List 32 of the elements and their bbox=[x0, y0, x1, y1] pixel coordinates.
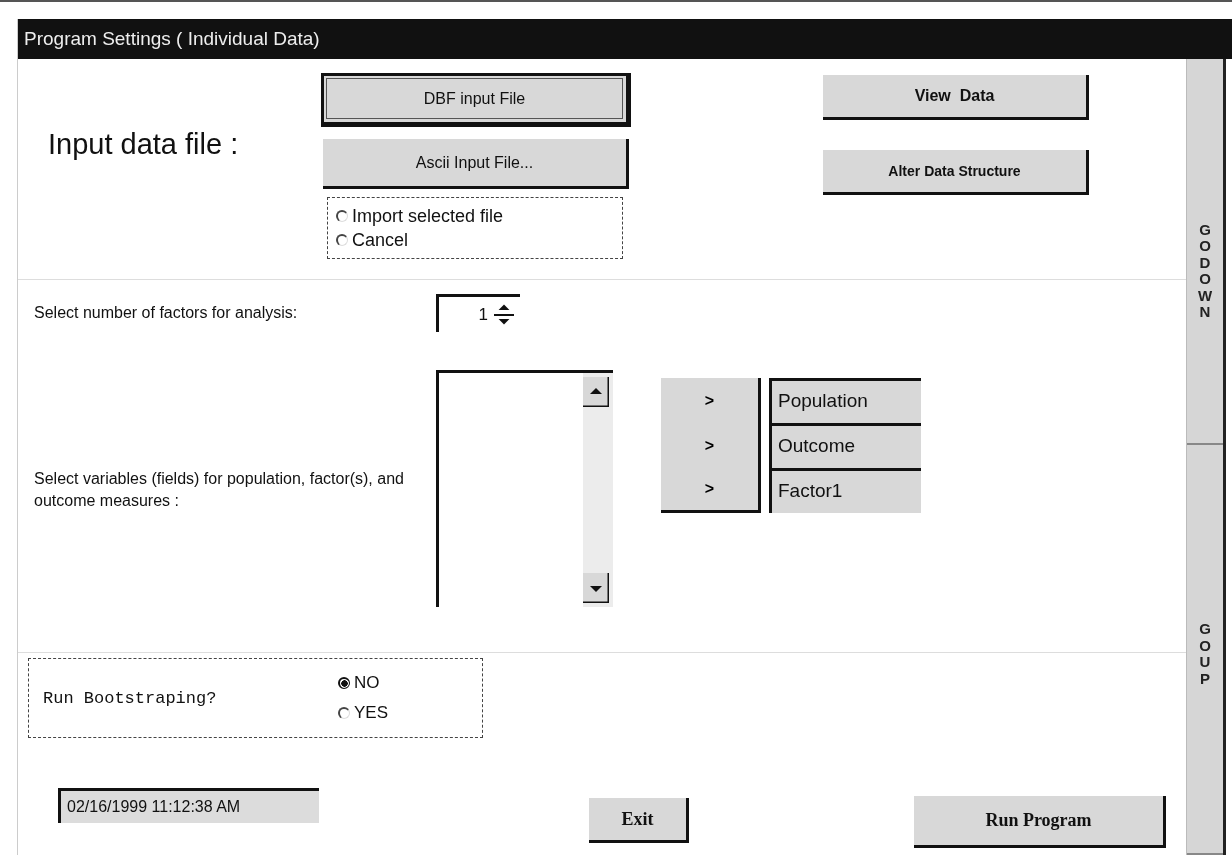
radio-button[interactable] bbox=[336, 210, 348, 222]
side-button[interactable]: GODOWN bbox=[1187, 59, 1223, 445]
assigned-field: Outcome bbox=[769, 423, 921, 468]
variables-listbox[interactable] bbox=[436, 370, 613, 607]
assign-button[interactable]: > bbox=[661, 378, 761, 423]
scroll-down-icon[interactable] bbox=[583, 573, 609, 603]
exit-button[interactable]: Exit bbox=[589, 798, 689, 843]
input-file-label: Input data file : bbox=[47, 127, 239, 161]
radio-label: NO bbox=[354, 672, 380, 694]
radio-label: YES bbox=[354, 702, 389, 724]
side-button[interactable]: GOUP bbox=[1187, 445, 1223, 855]
assigned-field: Population bbox=[769, 378, 921, 423]
variables-label: Select variables (fields) for population, factor(s), and outcome measures : bbox=[34, 469, 404, 511]
radio-button[interactable] bbox=[336, 234, 348, 246]
run-program-button[interactable]: Run Program bbox=[914, 796, 1166, 848]
factors-spinner[interactable]: 1 bbox=[436, 294, 520, 332]
timestamp-field: 02/16/1999 11:12:38 AM bbox=[58, 788, 319, 823]
window-title: Program Settings ( Individual Data) bbox=[18, 19, 1232, 59]
assigned-field: Factor1 bbox=[769, 468, 921, 513]
radio-label: Import selected file bbox=[352, 205, 504, 228]
data-button[interactable]: View Data bbox=[823, 75, 1089, 120]
assign-button[interactable]: > bbox=[661, 468, 761, 513]
file-button[interactable]: DBF input File bbox=[323, 75, 629, 125]
bootstrap-label: Run Bootstraping? bbox=[42, 688, 218, 708]
radio-button[interactable] bbox=[338, 707, 350, 719]
file-button[interactable]: Ascii Input File... bbox=[323, 139, 629, 189]
radio-label: Cancel bbox=[352, 229, 409, 252]
factors-label: Select number of factors for analysis: bbox=[34, 304, 299, 322]
assign-button[interactable]: > bbox=[661, 423, 761, 468]
radio-button[interactable] bbox=[338, 677, 350, 689]
scroll-up-icon[interactable] bbox=[583, 377, 609, 407]
data-button[interactable]: Alter Data Structure bbox=[823, 150, 1089, 195]
